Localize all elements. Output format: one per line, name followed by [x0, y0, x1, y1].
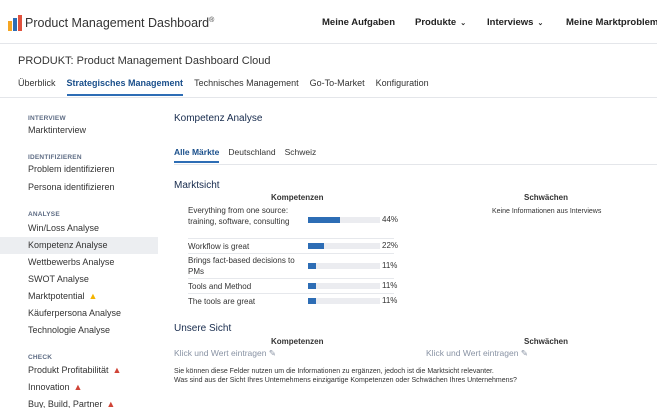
- sidebar-item-technologie-analyse[interactable]: Technologie Analyse: [0, 322, 158, 339]
- sidebar-item-kaeuferpersona-analyse[interactable]: Käuferpersona Analyse: [0, 305, 158, 322]
- kompetenz-bar-fill: [308, 217, 340, 223]
- sidebar-item-win-loss-analyse[interactable]: Win/Loss Analyse: [0, 220, 158, 237]
- logo-bars-icon: [8, 15, 22, 31]
- help-note-line-2: Was sind aus der Sicht Ihres Unternehmen…: [174, 377, 517, 384]
- tab-ueberblick[interactable]: Überblick: [18, 78, 56, 96]
- schwaechen-header: Schwächen: [524, 193, 569, 202]
- kompetenz-percent: 11%: [382, 281, 398, 290]
- unsere-kompetenzen-header: Kompetenzen: [271, 337, 324, 346]
- kompetenz-label: Workflow is great: [188, 242, 250, 251]
- sidebar-item-problem-identifizieren[interactable]: Problem identifizieren: [0, 161, 158, 178]
- tabs-divider: [0, 97, 657, 98]
- sidebar-section-check: CHECK: [28, 354, 53, 361]
- sidebar-item-kompetenz-analyse[interactable]: Kompetenz Analyse: [0, 237, 158, 254]
- nav-meine-aufgaben[interactable]: Meine Aufgaben: [322, 17, 395, 28]
- kompetenz-label: Brings fact-based decisions to PMs: [188, 256, 295, 276]
- sidebar-item-innovation[interactable]: Innovation ▲: [0, 379, 158, 396]
- kompetenz-bar-fill: [308, 298, 316, 304]
- kompetenz-bar: [308, 283, 380, 289]
- kompetenz-percent: 11%: [382, 261, 398, 270]
- sidebar-item-marktpotential[interactable]: Marktpotential ▲: [0, 288, 158, 305]
- sidebar-section-identifizieren: IDENTIFIZIEREN: [28, 154, 82, 161]
- brand-name: Product Management Dashboard®: [25, 16, 215, 30]
- subtabs-divider: [174, 164, 657, 165]
- pencil-icon: ✎: [520, 348, 528, 358]
- sidebar-item-produkt-profitabilitaet[interactable]: Produkt Profitabilität ▲: [0, 362, 158, 379]
- top-navigation-bar: Product Management Dashboard® Meine Aufg…: [0, 0, 657, 44]
- kompetenz-percent: 11%: [382, 296, 398, 305]
- sidebar-item-buy-build-partner[interactable]: Buy, Build, Partner ▲: [0, 396, 158, 408]
- kompetenz-bar: [308, 243, 380, 249]
- warning-icon: ▲: [88, 291, 98, 301]
- schwaechen-empty-text: Keine Informationen aus Interviews: [492, 208, 602, 215]
- kompetenz-row: Everything from one source: training, so…: [188, 203, 398, 239]
- tab-konfiguration[interactable]: Konfiguration: [376, 78, 429, 96]
- tab-go-to-market[interactable]: Go-To-Market: [310, 78, 365, 96]
- sidebar-item-marktinterview[interactable]: Marktinterview: [0, 122, 158, 139]
- kompetenz-percent: 22%: [382, 241, 399, 250]
- tab-strategisches-management[interactable]: Strategisches Management: [66, 78, 184, 96]
- help-note-line-1: Sie können diese Felder nutzen um die In…: [174, 368, 494, 375]
- page-title: Kompetenz Analyse: [174, 113, 263, 124]
- kompetenzen-header: Kompetenzen: [271, 193, 324, 202]
- schwaechen-input[interactable]: Klick und Wert eintragen ✎: [426, 348, 528, 359]
- kompetenz-label: Tools and Method: [188, 282, 252, 291]
- unsere-schwaechen-header: Schwächen: [524, 337, 569, 346]
- sidebar-section-interview: INTERVIEW: [28, 115, 66, 122]
- sidebar-section-analyse: ANALYSE: [28, 211, 60, 218]
- pencil-icon: ✎: [268, 348, 276, 358]
- kompetenz-row: The tools are great 11%: [188, 294, 398, 309]
- app-logo[interactable]: Product Management Dashboard®: [8, 15, 214, 31]
- kompetenz-row: Workflow is great 22%: [188, 239, 398, 254]
- subtab-deutschland[interactable]: Deutschland: [228, 147, 275, 163]
- kompetenz-row: Brings fact-based decisions to PMs 11%: [188, 254, 398, 279]
- sidebar-item-swot-analyse[interactable]: SWOT Analyse: [0, 271, 158, 288]
- subtab-alle-maerkte[interactable]: Alle Märkte: [174, 147, 220, 163]
- nav-interviews[interactable]: Interviews ⌄: [487, 17, 543, 28]
- kompetenz-label: The tools are great: [188, 297, 256, 306]
- project-tabs: Überblick Strategisches Management Techn…: [18, 78, 440, 96]
- marktsicht-heading: Marktsicht: [174, 180, 220, 191]
- warning-icon: ▲: [106, 399, 116, 408]
- market-subtabs: Alle Märkte Deutschland Schweiz: [174, 147, 325, 163]
- tab-technisches-management[interactable]: Technisches Management: [194, 78, 299, 96]
- kompetenz-label: Everything from one source: training, so…: [188, 206, 290, 226]
- sidebar-item-wettbewerbs-analyse[interactable]: Wettbewerbs Analyse: [0, 254, 158, 271]
- chevron-down-icon: ⌄: [537, 20, 544, 27]
- kompetenz-bar: [308, 298, 380, 304]
- kompetenz-percent: 44%: [382, 215, 399, 224]
- nav-produkte[interactable]: Produkte ⌄: [415, 17, 466, 28]
- kompetenz-bar-fill: [308, 243, 324, 249]
- kompetenz-bar: [308, 263, 380, 269]
- kompetenz-bar: [308, 217, 380, 223]
- kompetenzen-input[interactable]: Klick und Wert eintragen ✎: [174, 348, 276, 359]
- kompetenz-bar-fill: [308, 263, 316, 269]
- warning-icon: ▲: [112, 365, 122, 375]
- unsere-sicht-heading: Unsere Sicht: [174, 323, 232, 334]
- kompetenz-bar-fill: [308, 283, 316, 289]
- nav-meine-marktprobleme[interactable]: Meine Marktprobleme: [566, 17, 657, 28]
- kompetenz-row: Tools and Method 11%: [188, 279, 398, 294]
- sidebar-item-persona-identifizieren[interactable]: Persona identifizieren: [0, 179, 158, 196]
- project-title: PRODUKT: Product Management Dashboard Cl…: [18, 55, 271, 67]
- warning-icon: ▲: [73, 382, 83, 392]
- chevron-down-icon: ⌄: [460, 20, 467, 27]
- subtab-schweiz[interactable]: Schweiz: [285, 147, 317, 163]
